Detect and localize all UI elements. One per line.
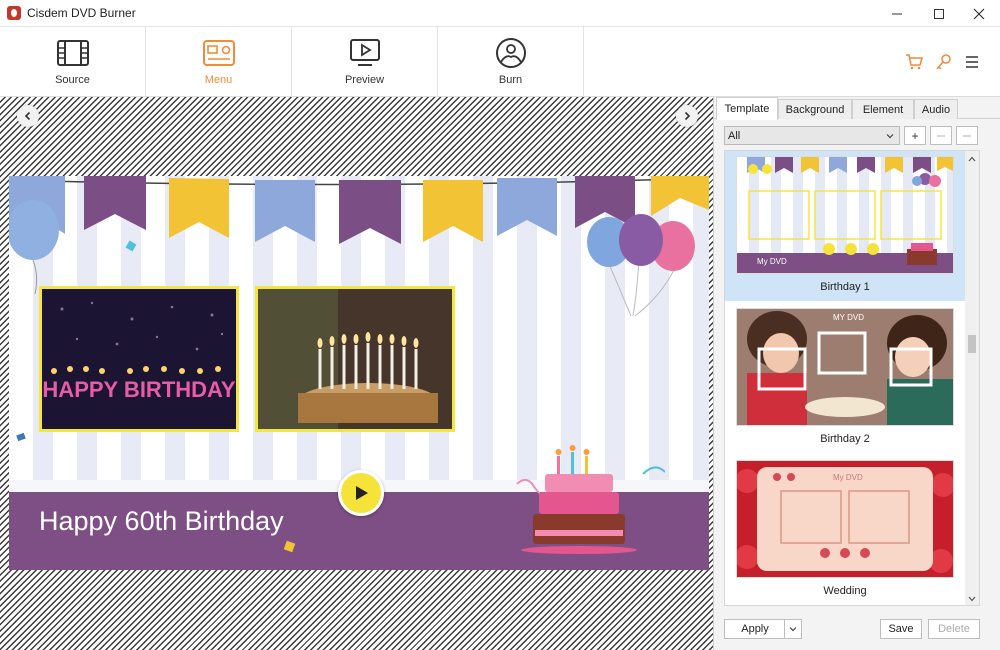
template-item-wedding[interactable]: My DVD Wedding bbox=[725, 455, 965, 605]
confetti bbox=[16, 432, 26, 442]
menu-title-text[interactable]: Happy 60th Birthday bbox=[39, 506, 284, 537]
hamburger-menu-button[interactable] bbox=[962, 52, 982, 72]
plus-icon: + bbox=[911, 128, 919, 143]
delete-button[interactable]: Delete bbox=[928, 619, 980, 639]
panel-tabs: Template Background Element Audio bbox=[714, 97, 1000, 120]
film-icon bbox=[56, 38, 90, 68]
tab-background[interactable]: Background bbox=[778, 99, 852, 119]
tab-source[interactable]: Source bbox=[0, 27, 146, 97]
main-toolbar: Source Menu Preview Burn bbox=[0, 27, 1000, 97]
play-icon bbox=[356, 486, 368, 500]
template-thumbnail: MY DVD bbox=[736, 308, 954, 426]
previous-page-button[interactable] bbox=[17, 105, 39, 127]
template-thumbnail: My DVD bbox=[736, 460, 954, 578]
register-button[interactable] bbox=[934, 52, 954, 72]
remove-template-button[interactable] bbox=[930, 126, 952, 145]
menu-preview-area: HAPPY BIRTHDAY Happy 60th Birthday bbox=[0, 97, 714, 650]
photo-frame-2[interactable] bbox=[255, 286, 455, 432]
add-template-button[interactable]: + bbox=[904, 126, 926, 145]
close-button[interactable] bbox=[958, 0, 1000, 27]
title-bar: Cisdem DVD Burner bbox=[0, 0, 1000, 27]
apply-button[interactable]: Apply bbox=[724, 619, 786, 639]
more-options-button[interactable] bbox=[956, 126, 978, 145]
balloon-left-decoration bbox=[9, 200, 59, 295]
cake-photo bbox=[258, 289, 452, 429]
scroll-down-icon[interactable] bbox=[968, 595, 976, 603]
thumb-title: My DVD bbox=[757, 257, 787, 266]
key-icon bbox=[936, 54, 951, 70]
minimize-button[interactable] bbox=[876, 0, 918, 27]
tab-burn[interactable]: Burn bbox=[438, 27, 584, 97]
save-button[interactable]: Save bbox=[880, 619, 922, 639]
maximize-button[interactable] bbox=[918, 0, 960, 27]
template-item-birthday-1[interactable]: My DVD Birthday 1 bbox=[725, 151, 965, 301]
menu-canvas: HAPPY BIRTHDAY Happy 60th Birthday bbox=[9, 176, 709, 570]
tab-element[interactable]: Element bbox=[852, 99, 914, 119]
tab-preview[interactable]: Preview bbox=[292, 27, 438, 97]
chevron-down-icon bbox=[789, 627, 797, 632]
balloons-right-decoration bbox=[587, 214, 695, 317]
template-list: My DVD Birthday 1 MY DVD Birthday 2 My D… bbox=[724, 150, 980, 606]
dash-icon bbox=[963, 134, 971, 137]
cake-decoration bbox=[516, 445, 665, 554]
scroll-thumb[interactable] bbox=[968, 335, 976, 353]
disc-icon bbox=[494, 38, 528, 68]
tab-label: Preview bbox=[344, 74, 385, 86]
photo1-text: HAPPY BIRTHDAY bbox=[42, 377, 235, 402]
tab-label: Burn bbox=[498, 74, 523, 86]
tab-label: Menu bbox=[204, 74, 233, 86]
cart-icon bbox=[906, 54, 923, 70]
monitor-play-icon bbox=[348, 38, 382, 68]
template-label: Birthday 2 bbox=[820, 433, 870, 445]
minimize-icon bbox=[892, 13, 902, 14]
tab-audio[interactable]: Audio bbox=[914, 99, 958, 119]
chevron-down-icon bbox=[886, 134, 894, 139]
tab-label: Source bbox=[55, 74, 90, 86]
next-page-button[interactable] bbox=[676, 105, 698, 127]
hamburger-icon bbox=[966, 56, 978, 68]
template-item-birthday-2[interactable]: MY DVD Birthday 2 bbox=[725, 303, 965, 453]
template-thumbnail: My DVD bbox=[736, 156, 954, 274]
apply-options-dropdown[interactable] bbox=[784, 619, 802, 639]
thumb-title: MY DVD bbox=[833, 313, 864, 322]
cart-button[interactable] bbox=[904, 52, 924, 72]
close-icon bbox=[973, 8, 985, 19]
template-label: Wedding bbox=[823, 585, 867, 597]
thumb-title: My DVD bbox=[833, 473, 863, 482]
tab-template[interactable]: Template bbox=[716, 97, 778, 120]
window-title: Cisdem DVD Burner bbox=[27, 6, 136, 20]
chevron-left-icon bbox=[24, 111, 31, 121]
template-panel: Template Background Element Audio All + bbox=[714, 97, 1000, 650]
minus-icon bbox=[937, 134, 945, 137]
app-logo-icon bbox=[7, 6, 21, 20]
menu-layout-icon bbox=[202, 38, 236, 68]
scroll-up-icon[interactable] bbox=[968, 155, 976, 163]
birthday2-thumb-art bbox=[737, 309, 953, 425]
photo-frame-1[interactable]: HAPPY BIRTHDAY bbox=[39, 286, 239, 432]
category-filter-select[interactable]: All bbox=[724, 126, 900, 145]
tab-menu[interactable]: Menu bbox=[146, 27, 292, 97]
birthday1-thumb-art bbox=[737, 157, 953, 273]
play-button[interactable] bbox=[338, 470, 384, 516]
candles-photo: HAPPY BIRTHDAY bbox=[42, 289, 236, 429]
template-list-scrollbar[interactable] bbox=[965, 151, 979, 605]
template-label: Birthday 1 bbox=[820, 281, 870, 293]
chevron-right-icon bbox=[684, 111, 691, 121]
maximize-icon bbox=[934, 8, 944, 19]
filter-value: All bbox=[728, 129, 741, 142]
